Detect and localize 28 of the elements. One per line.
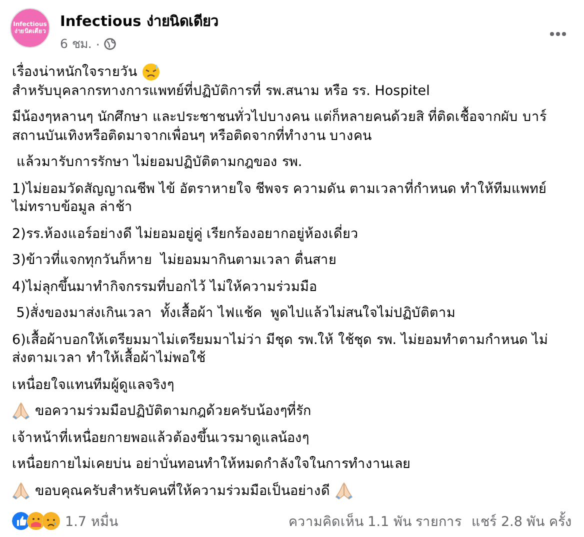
praying-hands-icon <box>335 482 353 500</box>
post-time[interactable]: 6 ชม. <box>60 34 92 54</box>
post-text: เรื่องน่าหนักใจรายวัน <box>12 63 137 81</box>
post-text: 1)ไม่ยอมวัดสัญญาณชีพ ไข้ อัตราหายใจ ชีพจร ความดัน ตามเวลาที่กำหนด ทำให้ทีมแพทย์ ไม่ทราบข้อมูล ล่าช้า <box>12 180 548 216</box>
post-text: 2)รร.ห้องแอร์อย่างดี ไม่ยอมอยู่คู่ เรียกร้องอยากอยู่ห้องเดี่ยว <box>12 224 360 243</box>
post-text: เหนื่อยใจแทนทีมผู้ดูแลจริงๆ <box>12 376 175 394</box>
reaction-count[interactable]: 1.7 หมื่น <box>65 510 288 532</box>
post-text: แล้วมารับการรักษา ไม่ยอมปฏิบัติตามกฎของ รพ. <box>15 153 304 172</box>
page-name[interactable]: Infectious ง่ายนิดเดียว <box>60 9 538 32</box>
post-text: 3)ข้าวที่แจกทุกวันก็หาย ไม่ยอมมากินตามเวลา ตื่นสาย <box>12 251 338 270</box>
post-text: เหนื่อยกายไม่เคยบ่น อย่าบั่นทอนทำให้หมดกำลังใจในการทำงานเลย <box>12 455 412 474</box>
praying-hands-icon <box>12 402 30 420</box>
post-text: เจ้าหน้าที่เหนื่อยกายพอแล้วต้องขึ้นเวรมาดูแลน้องๆ <box>12 428 310 447</box>
share-count[interactable]: แชร์ 2.8 พัน ครั้ง <box>472 510 572 532</box>
globe-icon <box>104 38 116 50</box>
praying-hands-icon <box>12 482 30 500</box>
post-text: มีน้องๆหลานๆ นักศึกษา และประชาชนทั่วไปบางคน แต่ก็หลายคนด้วยสิ ที่ติดเชื้อจากผับ บาร์ สถานบันเทิงหรือติดมาจากเพื่อนๆ หรือติดจากที่ทำงาน บางคน <box>12 108 572 145</box>
sad-face-icon <box>42 512 60 530</box>
post-text: ขอบคุณครับสำหรับคนที่ให้ความร่วมมือเป็นอย่างดี <box>35 482 330 500</box>
post-text: สำหรับบุคลากรทางการแพทย์ที่ปฏิบัติการที่ รพ.สนาม หรือ รร. Hospitel <box>12 82 431 100</box>
post-text: ขอความร่วมมือปฏิบัติตามกฎด้วยครับน้องๆที่รัก <box>35 402 311 420</box>
like-icon <box>12 512 30 530</box>
sweat-face-icon <box>142 63 160 82</box>
separator-dot: · <box>96 36 100 52</box>
comment-count[interactable]: ความคิดเห็น 1.1 พัน รายการ <box>288 510 462 532</box>
post-text: 4)ไม่ลุกขึ้นมาทำกิจกรรมที่บอกไว้ ไม่ให้ความร่วมมือ <box>12 278 318 296</box>
post-text: 5)สั่งของมาส่งเกินเวลา ทั้งเสื้อผ้า ไฟแช้ค พูดไปแล้วไม่สนใจไม่ปฏิบัติตาม <box>12 304 572 322</box>
post-text: 6)เสื้อผ้าบอกให้เตรียมมาไม่เตรียมมาไม่ว่า มีชุด รพ.ให้ ใช้ชุด รพ. ไม่ยอมทำตามกำหนด ไม่ ส่งตามเวลา ทำให้เสื้อผ้าไม่พอใช้ <box>12 330 550 368</box>
